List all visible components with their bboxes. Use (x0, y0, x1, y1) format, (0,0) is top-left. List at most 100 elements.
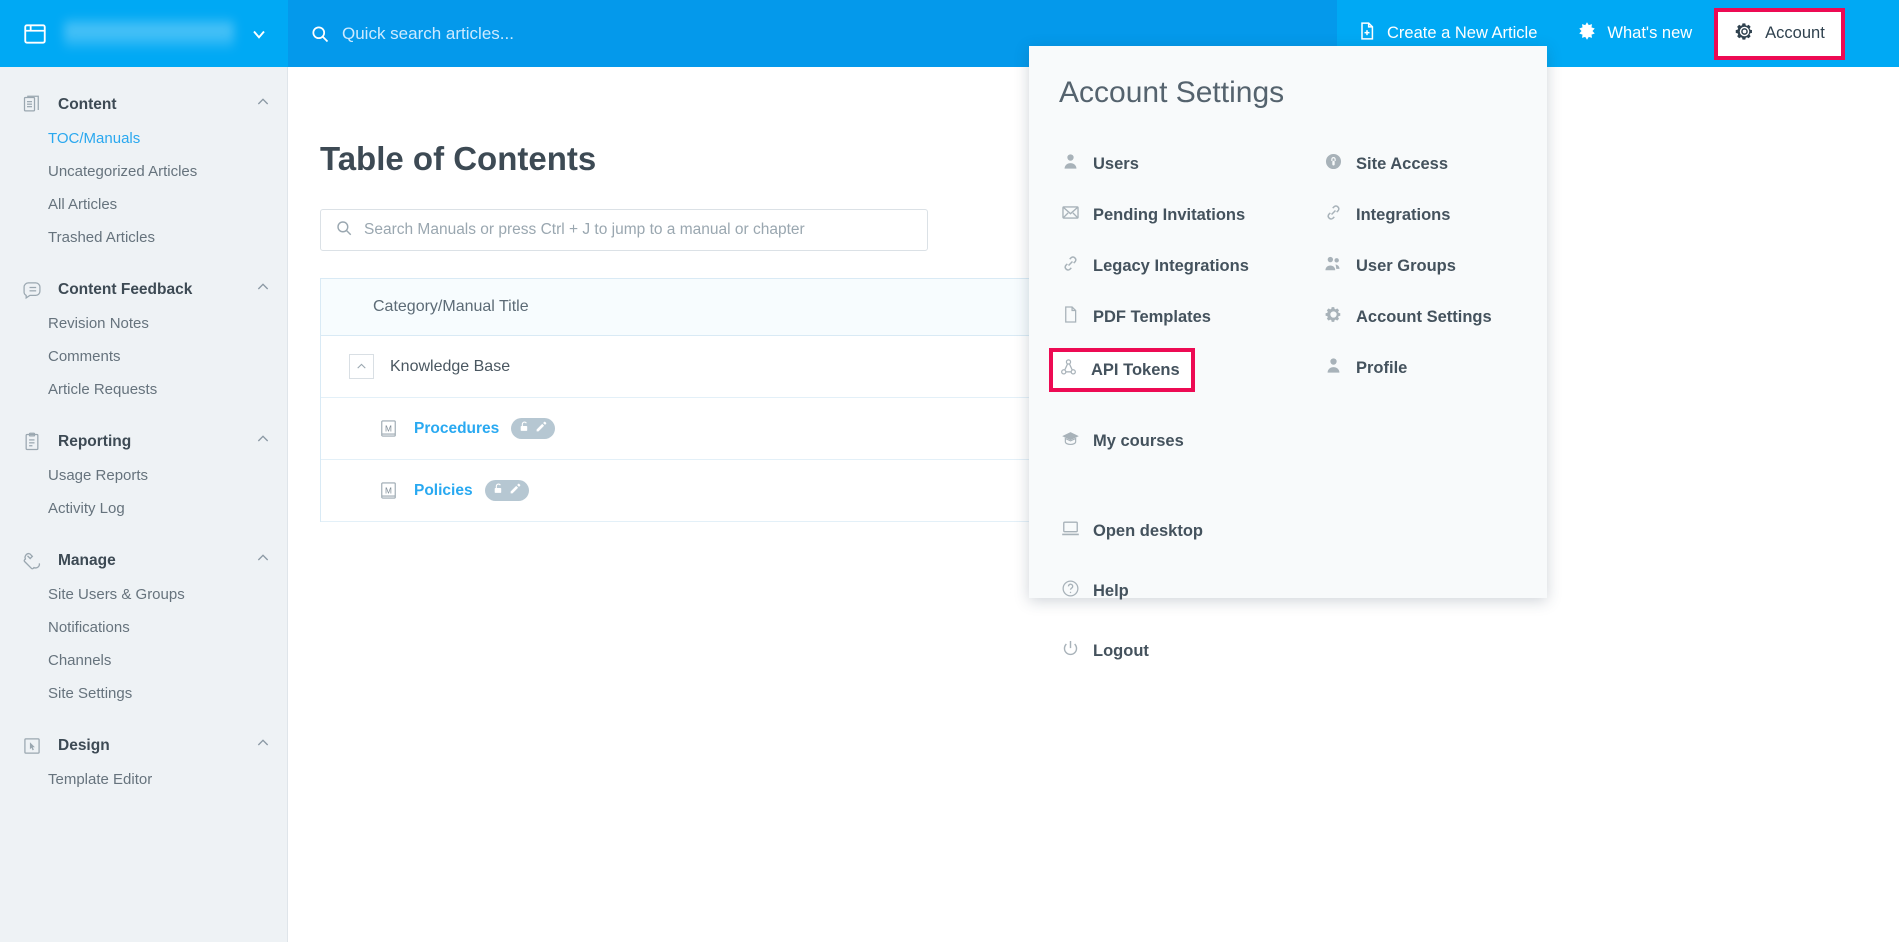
menu-item-users[interactable]: Users (1055, 144, 1288, 184)
gear-icon (1324, 305, 1343, 329)
person-icon (1061, 152, 1080, 176)
chevron-up-icon[interactable] (255, 431, 271, 452)
sidebar: Content TOC/Manuals Uncategorized Articl… (0, 67, 288, 942)
sidebar-group-content: Content TOC/Manuals Uncategorized Articl… (0, 87, 287, 254)
menu-item-help[interactable]: Help (1055, 571, 1521, 611)
menu-item-pdf-templates[interactable]: PDF Templates (1055, 297, 1288, 337)
manual-m-icon: M (379, 419, 398, 438)
sidebar-item-channels[interactable]: Channels (0, 644, 287, 677)
manual-status-badge[interactable] (511, 418, 555, 439)
graduation-cap-icon (1061, 429, 1080, 453)
sidebar-item-toc-manuals[interactable]: TOC/Manuals (0, 122, 287, 155)
menu-item-label: API Tokens (1091, 361, 1180, 380)
menu-item-api-tokens[interactable]: API Tokens (1049, 348, 1195, 392)
menu-item-site-access[interactable]: Site Access (1318, 144, 1521, 184)
sidebar-item-site-settings[interactable]: Site Settings (0, 677, 287, 710)
menu-item-integrations[interactable]: Integrations (1318, 195, 1521, 235)
menu-item-label: Help (1093, 582, 1129, 601)
panel-right-column: Site Access Integrations (1288, 144, 1521, 403)
panel-lower-items: My courses Open desktop Help (1055, 421, 1521, 671)
menu-item-label: Account Settings (1356, 308, 1492, 327)
sidebar-group-content-feedback: Content Feedback Revision Notes Comments… (0, 272, 287, 406)
sidebar-item-comments[interactable]: Comments (0, 340, 287, 373)
sidebar-item-template-editor[interactable]: Template Editor (0, 763, 287, 796)
whats-new-label: What's new (1607, 24, 1692, 43)
sidebar-group-label: Reporting (58, 433, 255, 451)
feedback-icon (22, 280, 42, 300)
top-bar: Create a New Article What's new Account (0, 0, 1899, 67)
sidebar-item-notifications[interactable]: Notifications (0, 611, 287, 644)
menu-item-account-settings[interactable]: Account Settings (1318, 297, 1521, 337)
menu-item-open-desktop[interactable]: Open desktop (1055, 511, 1521, 551)
sidebar-group-design: Design Template Editor (0, 728, 287, 796)
menu-item-legacy-integrations[interactable]: Legacy Integrations (1055, 246, 1288, 286)
sidebar-item-trashed-articles[interactable]: Trashed Articles (0, 221, 287, 254)
manual-search-box[interactable] (320, 209, 928, 251)
new-document-icon (1357, 21, 1377, 46)
chevron-down-icon[interactable] (248, 24, 270, 44)
file-icon (1061, 305, 1080, 329)
create-new-article-label: Create a New Article (1387, 24, 1537, 43)
power-icon (1061, 639, 1080, 663)
sidebar-item-all-articles[interactable]: All Articles (0, 188, 287, 221)
collapse-toggle-button[interactable] (349, 354, 374, 379)
nodes-icon (1059, 358, 1078, 382)
sidebar-group-label: Content Feedback (58, 281, 255, 299)
lock-circle-icon (1324, 152, 1343, 176)
whats-new-button[interactable]: What's new (1557, 0, 1712, 67)
column-header-category-manual-title: Category/Manual Title (373, 298, 529, 316)
menu-item-profile[interactable]: Profile (1318, 348, 1521, 388)
person-icon (1324, 356, 1343, 380)
panel-left-column: Users Pending Invitations (1055, 144, 1288, 403)
pencil-icon (509, 482, 522, 500)
manual-status-badge[interactable] (485, 480, 529, 501)
manual-search-input[interactable] (364, 221, 913, 239)
sidebar-group-header-content-feedback[interactable]: Content Feedback (0, 272, 287, 307)
manual-title-link[interactable]: Policies (414, 482, 473, 500)
chevron-up-icon[interactable] (255, 550, 271, 571)
sidebar-group-header-content[interactable]: Content (0, 87, 287, 122)
sidebar-group-header-manage[interactable]: Manage (0, 543, 287, 578)
menu-item-label: User Groups (1356, 257, 1456, 276)
menu-item-user-groups[interactable]: User Groups (1318, 246, 1521, 286)
site-name (64, 19, 234, 49)
chevron-up-icon[interactable] (255, 279, 271, 300)
account-button[interactable]: Account (1714, 8, 1845, 60)
menu-item-label: Site Access (1356, 155, 1448, 174)
sidebar-item-revision-notes[interactable]: Revision Notes (0, 307, 287, 340)
panel-divider-space (1055, 481, 1521, 511)
account-label: Account (1765, 24, 1825, 43)
svg-text:M: M (385, 423, 392, 433)
search-icon (310, 24, 330, 44)
pencil-icon (535, 420, 548, 438)
menu-item-my-courses[interactable]: My courses (1055, 421, 1521, 461)
sidebar-group-label: Design (58, 737, 255, 755)
sidebar-item-site-users-groups[interactable]: Site Users & Groups (0, 578, 287, 611)
question-circle-icon (1061, 579, 1080, 603)
menu-item-pending-invitations[interactable]: Pending Invitations (1055, 195, 1288, 235)
unlock-icon (518, 420, 531, 438)
people-icon (1324, 254, 1343, 278)
sidebar-group-header-reporting[interactable]: Reporting (0, 424, 287, 459)
menu-item-logout[interactable]: Logout (1055, 631, 1521, 671)
chain-link-icon (1324, 203, 1343, 227)
sidebar-item-uncategorized-articles[interactable]: Uncategorized Articles (0, 155, 287, 188)
chevron-up-icon[interactable] (255, 735, 271, 756)
envelope-icon (1061, 203, 1080, 227)
panel-title: Account Settings (1059, 76, 1521, 110)
brand-site-selector[interactable] (0, 0, 288, 67)
unlock-icon (492, 482, 505, 500)
sidebar-group-header-design[interactable]: Design (0, 728, 287, 763)
sidebar-item-article-requests[interactable]: Article Requests (0, 373, 287, 406)
sidebar-item-activity-log[interactable]: Activity Log (0, 492, 287, 525)
sidebar-item-usage-reports[interactable]: Usage Reports (0, 459, 287, 492)
manual-m-icon: M (379, 481, 398, 500)
chevron-up-icon[interactable] (255, 94, 271, 115)
global-search-input[interactable] (342, 19, 1042, 49)
menu-item-label: My courses (1093, 432, 1184, 451)
sidebar-group-reporting: Reporting Usage Reports Activity Log (0, 424, 287, 525)
wrench-icon (22, 551, 42, 571)
clipboard-icon (22, 432, 42, 452)
manual-title-link[interactable]: Procedures (414, 420, 499, 438)
gear-icon (1734, 21, 1755, 47)
